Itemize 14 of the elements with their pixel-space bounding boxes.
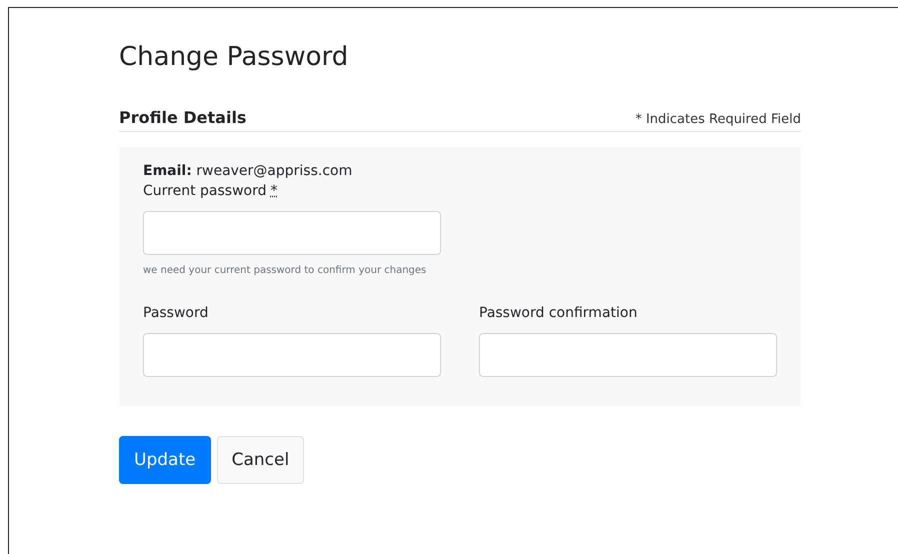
page-title: Change Password bbox=[119, 41, 350, 74]
password-field[interactable] bbox=[479, 333, 777, 377]
update-button[interactable]: Update bbox=[119, 436, 211, 484]
field-label: Current password bbox=[143, 182, 266, 201]
required-mark: * bbox=[270, 182, 278, 201]
required-note: * Indicates Required Field bbox=[635, 112, 801, 127]
help-text: we need your current password to confirm your changes bbox=[143, 264, 428, 278]
field-label: Password confirmation bbox=[479, 304, 638, 323]
section-heading: Profile Details bbox=[119, 108, 246, 127]
password-field[interactable] bbox=[143, 333, 441, 377]
field-label: Password bbox=[143, 304, 210, 323]
cancel-button[interactable]: Cancel bbox=[216, 436, 304, 484]
password-field[interactable] bbox=[143, 211, 441, 255]
email-text: Email: rweaver@appriss.com bbox=[143, 162, 354, 181]
